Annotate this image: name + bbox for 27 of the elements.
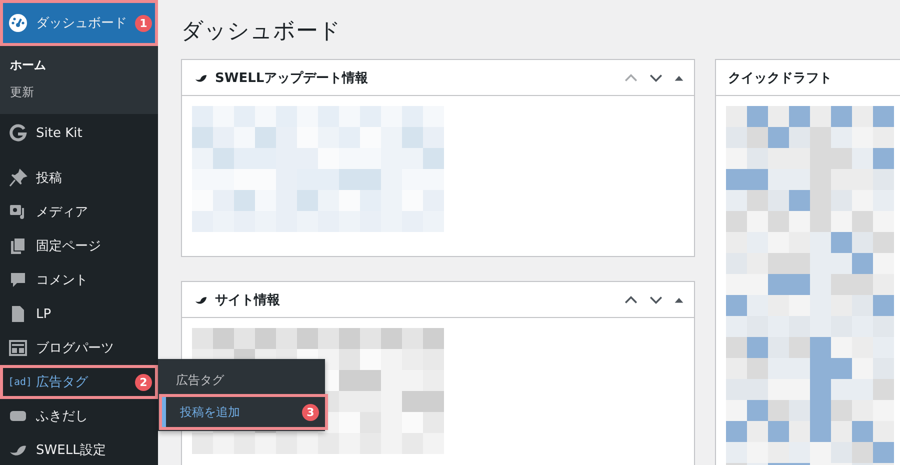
menu-item[interactable]: LP	[0, 297, 158, 331]
submenu-item[interactable]: 更新	[0, 79, 158, 106]
ad-icon: [ad]	[8, 376, 28, 388]
flyout-item[interactable]: 広告タグ	[158, 365, 325, 395]
dashboard-icon	[8, 13, 28, 33]
menu-item[interactable]: SWELL設定	[0, 433, 158, 465]
menu-item[interactable]: 固定ページ	[0, 229, 158, 263]
widget-title: クイックドラフト	[728, 70, 833, 86]
menu-item[interactable]: ブログパーツ	[0, 331, 158, 365]
menu-item[interactable]: ダッシュボード 1	[0, 0, 158, 46]
number-badge: 1	[135, 14, 152, 32]
menu-item[interactable]: Site Kit	[0, 116, 158, 150]
widget-title: SWELLアップデート情報	[215, 70, 370, 86]
menu-item[interactable]: メディア	[0, 195, 158, 229]
g-letter-icon	[8, 123, 28, 143]
submenu-item[interactable]: ホーム	[0, 52, 158, 79]
pushpin-icon	[8, 168, 28, 188]
menu-item[interactable]: 投稿	[0, 161, 158, 195]
number-badge: 3	[302, 404, 319, 420]
page-title: ダッシュボード	[181, 18, 342, 46]
widget-title: サイト情報	[215, 292, 281, 308]
menu-item[interactable]: コメント	[0, 263, 158, 297]
layout-grid-icon	[8, 338, 28, 358]
menu-item[interactable]: ふきだし	[0, 399, 158, 433]
number-badge: 2	[135, 374, 152, 390]
menu-item[interactable]: [ad] 広告タグ 2	[0, 365, 158, 399]
flyout-item[interactable]: 投稿を追加 3	[162, 397, 325, 427]
